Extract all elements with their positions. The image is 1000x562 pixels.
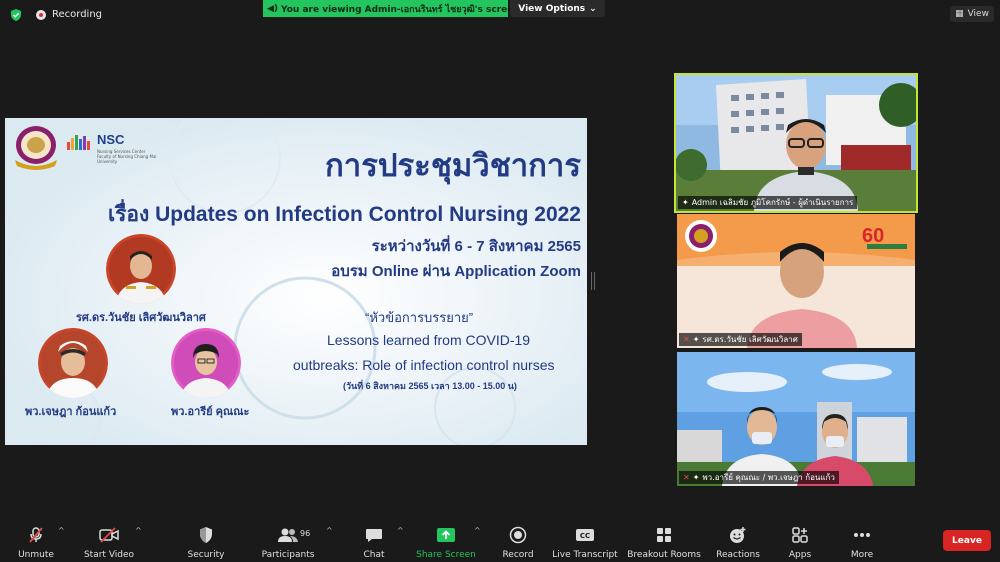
pin-icon: ✦	[692, 335, 700, 344]
share-screen-label: Share Screen	[416, 550, 476, 560]
record-label: Record	[502, 550, 534, 560]
chat-label: Chat	[363, 550, 385, 560]
grid-view-icon: ▦	[955, 9, 964, 19]
recording-indicator[interactable]: Recording	[36, 9, 102, 20]
shield-icon	[195, 524, 217, 546]
share-options-caret[interactable]: ^	[474, 526, 481, 535]
lecture-time: (วันที่ 6 สิงหาคม 2565 เวลา 13.00 - 15.0…	[343, 381, 517, 391]
nurses-name-tag: ✕ ✦ พว.อารีย์ คุณณะ / พว.เจษฎา ก้อนแก้ว	[679, 471, 839, 484]
lecture-line-1: Lessons learned from COVID-19	[327, 332, 531, 348]
live-transcript-label: Live Transcript	[552, 550, 618, 560]
view-button[interactable]: ▦ View	[950, 6, 994, 22]
speaker2-name: พว.เจษฎา ก้อนแก้ว	[25, 406, 117, 418]
svg-text:60: 60	[862, 225, 884, 247]
security-shield-icon[interactable]	[9, 8, 23, 22]
mic-muted-icon: ✕	[683, 473, 690, 482]
participants-icon	[277, 524, 299, 546]
slide-dates: ระหว่างวันที่ 6 - 7 สิงหาคม 2565	[371, 238, 581, 255]
start-video-button[interactable]: Start Video	[82, 518, 136, 562]
security-label: Security	[187, 550, 225, 560]
breakout-rooms-button[interactable]: Breakout Rooms	[627, 518, 701, 562]
audio-options-caret[interactable]: ^	[58, 526, 65, 535]
speaker3-portrait	[171, 328, 241, 398]
lecture-line-2: outbreaks: Role of infection control nur…	[293, 357, 555, 373]
pin-icon: ✦	[692, 473, 700, 482]
mic-off-icon	[25, 524, 47, 546]
speaker-video-feed: 60	[677, 214, 915, 348]
share-screen-icon	[435, 524, 457, 546]
speaker3-name: พว.อารีย์ คุณณะ	[171, 406, 250, 418]
participants-button[interactable]: Participants	[260, 518, 316, 562]
cc-text: CC	[580, 532, 590, 540]
breakout-rooms-icon	[653, 524, 675, 546]
start-video-label: Start Video	[83, 550, 135, 560]
record-dot-icon	[36, 9, 46, 20]
nsc-subtitle: Nursing Services Center Faculty of Nursi…	[97, 149, 157, 164]
speaker1-name: รศ.ดร.วันชัย เลิศวัฒนวิลาศ	[76, 312, 206, 324]
more-dots-icon	[851, 524, 873, 546]
viewing-text: You are viewing Admin-เอกนรินทร์ ไชยวุฒิ…	[281, 4, 508, 15]
chevron-down-icon: ⌄	[589, 3, 597, 14]
chat-button[interactable]: Chat	[352, 518, 396, 562]
unmute-button[interactable]: Unmute	[14, 518, 58, 562]
unmute-label: Unmute	[18, 550, 54, 560]
viewing-banner: ◀) You are viewing Admin-เอกนรินทร์ ไชยว…	[263, 0, 508, 17]
security-button[interactable]: Security	[184, 518, 228, 562]
video-options-caret[interactable]: ^	[135, 526, 142, 535]
view-options-button[interactable]: View Options ⌄	[510, 0, 605, 17]
zoom-meeting-window: Recording ◀) You are viewing Admin-เอกนร…	[0, 0, 1000, 562]
slide-topic: เรื่อง Updates on Infection Control Nurs…	[107, 203, 581, 226]
nurses-tile-name: พว.อารีย์ คุณณะ / พว.เจษฎา ก้อนแก้ว	[702, 473, 835, 482]
video-tile-nurses[interactable]: ✕ ✦ พว.อารีย์ คุณณะ / พว.เจษฎา ก้อนแก้ว	[677, 352, 915, 486]
reactions-button[interactable]: Reactions	[716, 518, 760, 562]
chat-bubble-icon	[363, 524, 385, 546]
speaker-icon: ◀)	[267, 3, 279, 14]
top-bar: Recording ◀) You are viewing Admin-เอกนร…	[0, 0, 1000, 30]
slide-title: การประชุมวิชาการ	[325, 148, 581, 183]
nsc-text: NSC	[97, 132, 125, 147]
record-button[interactable]: Record	[496, 518, 540, 562]
more-button[interactable]: More	[840, 518, 884, 562]
pin-icon: ✦	[682, 198, 689, 207]
panel-resize-handle[interactable]	[591, 272, 595, 290]
slide-online: อบรม Online ผ่าน Application Zoom	[331, 263, 581, 280]
university-logo	[15, 126, 57, 170]
apps-label: Apps	[788, 550, 812, 560]
shared-screen-slide: NSC Nursing Services Center Faculty of N…	[5, 118, 587, 445]
speaker2-portrait	[38, 328, 108, 398]
host-name: Admin เฉลิมชัย ภูมิโคกรักษ์ - ผู้ดำเนินร…	[691, 198, 854, 207]
recording-label: Recording	[52, 9, 103, 20]
host-name-tag: ✦ Admin เฉลิมชัย ภูมิโคกรักษ์ - ผู้ดำเนิ…	[678, 196, 858, 209]
speaker-name-tag: ✕ ✦ รศ.ดร.วันชัย เลิศวัฒนวิลาศ	[679, 333, 802, 346]
apps-icon	[789, 524, 811, 546]
participants-label: Participants	[261, 550, 315, 560]
breakout-rooms-label: Breakout Rooms	[627, 550, 701, 560]
chat-options-caret[interactable]: ^	[397, 526, 404, 535]
video-tile-speaker[interactable]: 60 ✕ ✦ รศ.ดร.วันชัย เลิศวัฒนวิลาศ	[677, 214, 915, 348]
meeting-toolbar: Unmute ^ Start Video ^ Security Particip…	[0, 518, 1000, 562]
reactions-label: Reactions	[716, 550, 760, 560]
cc-icon: CC	[574, 524, 596, 546]
speaker1-portrait	[106, 234, 176, 304]
lecture-heading: “หัวข้อการบรรยาย”	[365, 310, 474, 325]
view-options-label: View Options	[518, 3, 586, 14]
leave-button[interactable]: Leave	[943, 530, 991, 551]
nsc-logo: NSC Nursing Services Center Faculty of N…	[67, 130, 157, 164]
live-transcript-button[interactable]: CC Live Transcript	[552, 518, 618, 562]
speaker-tile-name: รศ.ดร.วันชัย เลิศวัฒนวิลาศ	[702, 335, 798, 344]
video-tile-host[interactable]: ✦ Admin เฉลิมชัย ภูมิโคกรักษ์ - ผู้ดำเนิ…	[674, 73, 918, 213]
nsc-bars-icon	[67, 135, 90, 150]
video-off-icon	[98, 524, 120, 546]
apps-button[interactable]: Apps	[778, 518, 822, 562]
smiley-icon	[727, 524, 749, 546]
host-video-feed	[676, 75, 916, 211]
participants-options-caret[interactable]: ^	[326, 526, 333, 535]
more-label: More	[850, 550, 874, 560]
share-screen-button[interactable]: Share Screen	[416, 518, 476, 562]
record-icon	[507, 524, 529, 546]
view-label: View	[967, 9, 989, 19]
mic-muted-icon: ✕	[683, 335, 690, 344]
nurses-video-feed	[677, 352, 915, 486]
participants-count: 96	[300, 529, 311, 538]
